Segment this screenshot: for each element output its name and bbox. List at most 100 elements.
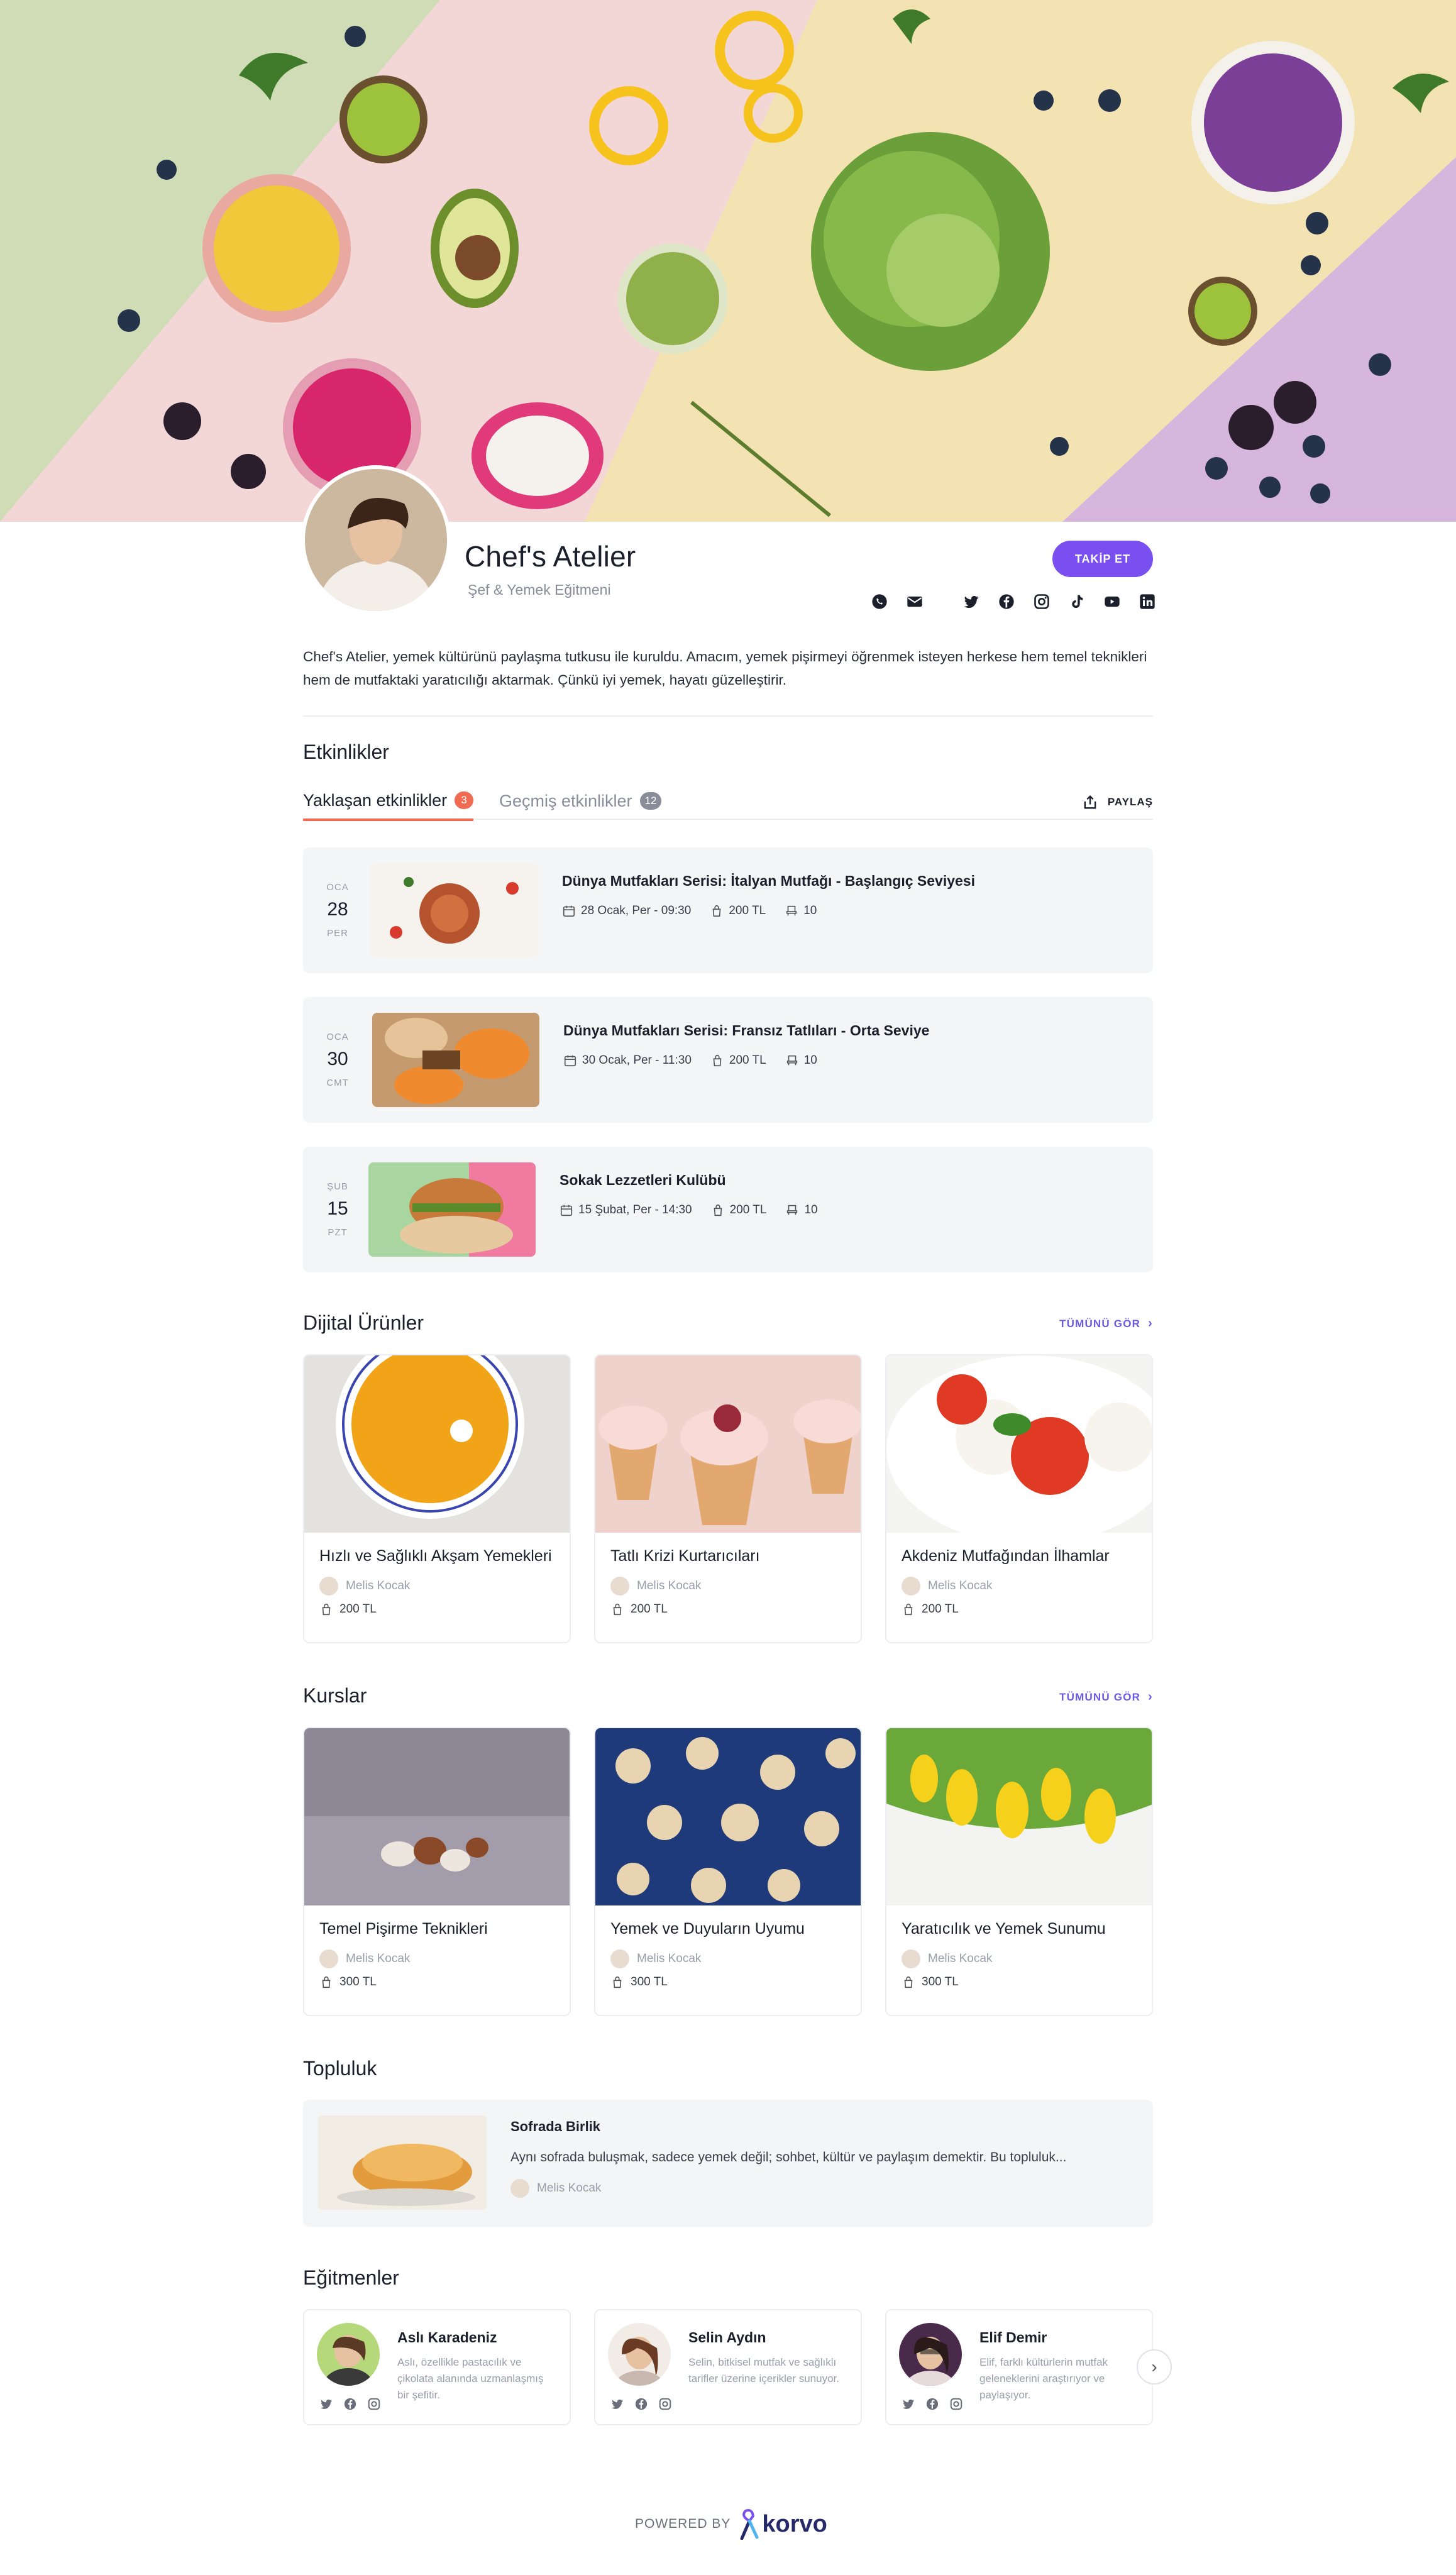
course-card[interactable]: Yaratıcılık ve Yemek Sunumu Melis Kocak … (885, 1727, 1153, 2016)
community-title: Topluluk (303, 2057, 377, 2080)
tiktok-icon[interactable] (1067, 592, 1087, 612)
instructor-name: Elif Demir (979, 2329, 1047, 2346)
instructor-card[interactable]: Elif Demir Elif, farklı kültürlerin mutf… (885, 2309, 1153, 2425)
event-month: OCA (326, 1032, 349, 1042)
linkedin-icon[interactable] (1137, 592, 1157, 612)
instagram-icon[interactable] (1032, 592, 1052, 612)
youtube-icon[interactable] (1102, 592, 1122, 612)
profile-about: Chef's Atelier, yemek kültürünü paylaşma… (303, 649, 1147, 688)
instagram-icon[interactable] (949, 2397, 963, 2411)
event-card[interactable]: OCA 30 CMT Dünya Mutfakları Serisi: Fran… (303, 997, 1153, 1123)
instructor-name: Selin Aydın (688, 2329, 766, 2346)
product-author: Melis Kocak (902, 1577, 992, 1596)
product-image (886, 1355, 1152, 1533)
instagram-icon[interactable] (658, 2397, 672, 2411)
author-avatar (902, 1577, 920, 1596)
event-thumbnail (371, 863, 538, 957)
social-links (869, 592, 1172, 612)
event-card[interactable]: OCA 28 PER Dünya Mutfakları Serisi: İtal… (303, 847, 1153, 973)
divider (303, 715, 1153, 717)
price-tag-icon (713, 1054, 722, 1067)
product-image (304, 1355, 570, 1533)
course-image (886, 1728, 1152, 1905)
events-title: Etkinlikler (303, 741, 389, 763)
digital-see-all-link[interactable]: TÜMÜNÜ GÖR › (1059, 1316, 1153, 1331)
instructor-avatar (608, 2323, 671, 2386)
event-month: ŞUB (327, 1181, 348, 1192)
event-day: 15 (327, 1198, 348, 1219)
facebook-icon[interactable] (996, 592, 1017, 612)
product-card[interactable]: Tatlı Krizi Kurtarıcıları Melis Kocak 20… (594, 1354, 862, 1643)
twitter-icon[interactable] (961, 592, 981, 612)
price-tag-icon (714, 1204, 722, 1216)
twitter-icon[interactable] (902, 2397, 915, 2411)
event-date: OCA 30 CMT (303, 997, 372, 1123)
course-card[interactable]: Yemek ve Duyuların Uyumu Melis Kocak 300… (594, 1727, 862, 2016)
facebook-icon[interactable] (634, 2397, 648, 2411)
author-avatar (610, 1577, 629, 1596)
whatsapp-icon[interactable] (869, 592, 890, 612)
product-author: Melis Kocak (319, 1577, 410, 1596)
mail-icon[interactable] (905, 592, 925, 612)
price-tag-icon (904, 1603, 913, 1616)
event-price: 200 TL (729, 1203, 767, 1216)
price-value: 200 TL (631, 1602, 668, 1616)
facebook-icon[interactable] (925, 2397, 939, 2411)
product-image (595, 1355, 861, 1533)
instagram-icon[interactable] (367, 2397, 381, 2411)
course-author: Melis Kocak (610, 1949, 701, 1968)
event-price: 200 TL (729, 904, 766, 917)
calendar-icon (563, 905, 575, 917)
share-label: PAYLAŞ (1107, 796, 1153, 808)
course-card[interactable]: Temel Pişirme Teknikleri Melis Kocak 300… (303, 1727, 571, 2016)
product-card[interactable]: Hızlı ve Sağlıklı Akşam Yemekleri Melis … (303, 1354, 571, 1643)
chevron-right-icon: › (1148, 1316, 1153, 1330)
price-tag-icon (322, 1603, 331, 1616)
price-value: 200 TL (922, 1602, 959, 1616)
instructor-card[interactable]: Aslı Karadeniz Aslı, özellikle pastacılı… (303, 2309, 571, 2425)
tab-past-label: Geçmiş etkinlikler (499, 791, 632, 810)
events-tabs: Yaklaşan etkinlikler 3 Geçmiş etkinlikle… (303, 782, 1153, 821)
event-seats: 10 (803, 1054, 817, 1067)
carousel-next-button[interactable]: › (1137, 2349, 1172, 2385)
course-author: Melis Kocak (902, 1949, 992, 1968)
event-card[interactable]: ŞUB 15 PZT Sokak Lezzetleri Kulübü 15 Şu… (303, 1147, 1153, 1272)
twitter-icon[interactable] (610, 2397, 624, 2411)
event-title: Dünya Mutfakları Serisi: Fransız Tatlıla… (563, 1022, 930, 1039)
community-author: Melis Kocak (510, 2179, 601, 2198)
author-name: Melis Kocak (928, 1952, 993, 1965)
share-icon (1084, 795, 1096, 809)
instructor-name: Aslı Karadeniz (397, 2329, 497, 2346)
korvo-logo[interactable]: korvo (738, 2508, 827, 2540)
facebook-icon[interactable] (343, 2397, 357, 2411)
author-name: Melis Kocak (928, 1579, 993, 1592)
product-price: 200 TL (902, 1602, 959, 1616)
event-meta: 15 Şubat, Per - 14:30 200 TL 10 (560, 1203, 837, 1217)
courses-see-all-link[interactable]: TÜMÜNÜ GÖR › (1059, 1690, 1153, 1704)
product-card[interactable]: Akdeniz Mutfağından İlhamlar Melis Kocak… (885, 1354, 1153, 1643)
author-name: Melis Kocak (537, 2181, 602, 2195)
tab-upcoming[interactable]: Yaklaşan etkinlikler 3 (303, 782, 474, 821)
event-day: 30 (327, 1049, 348, 1069)
course-image (595, 1728, 861, 1905)
product-price: 200 TL (319, 1602, 377, 1616)
event-meta: 30 Ocak, Per - 11:30 200 TL 10 (563, 1054, 836, 1067)
community-item-title: Sofrada Birlik (510, 2119, 601, 2134)
instructor-desc: Elif, farklı kültürlerin mutfak gelenekl… (979, 2356, 1108, 2401)
event-title: Sokak Lezzetleri Kulübü (560, 1172, 726, 1188)
event-weekday: PZT (328, 1227, 348, 1238)
instructor-card[interactable]: Selin Aydın Selin, bitkisel mutfak ve sa… (594, 2309, 862, 2425)
community-card[interactable]: Sofrada Birlik Aynı sofrada buluşmak, sa… (303, 2100, 1153, 2227)
author-avatar (610, 1949, 629, 1968)
follow-button[interactable]: TAKİP ET (1052, 541, 1153, 577)
event-datetime: 30 Ocak, Per - 11:30 (582, 1054, 692, 1067)
tab-past[interactable]: Geçmiş etkinlikler 12 (499, 782, 662, 820)
twitter-icon[interactable] (319, 2397, 333, 2411)
profile-name: Chef's Atelier (465, 540, 636, 573)
brand-name: korvo (762, 2510, 827, 2537)
instructor-social (610, 2397, 682, 2411)
course-price: 300 TL (319, 1975, 377, 1989)
share-button[interactable]: PAYLAŞ (1081, 793, 1153, 811)
price-tag-icon (613, 1603, 622, 1616)
event-seats: 10 (804, 1203, 818, 1216)
